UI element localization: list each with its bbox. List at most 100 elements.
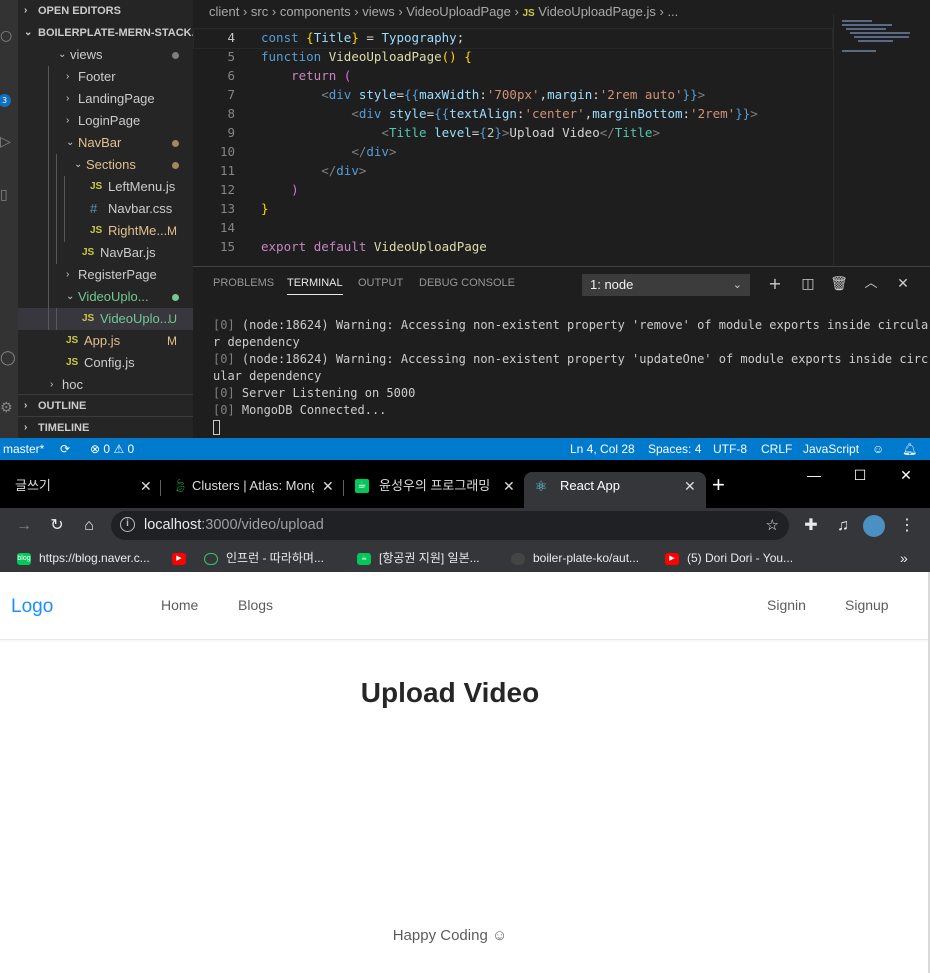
breadcrumb-part[interactable]: components: [280, 4, 351, 19]
close-tab-icon[interactable]: ✕: [322, 472, 334, 500]
new-terminal-icon[interactable]: +: [765, 273, 785, 295]
bookmark-item[interactable]: ▶ (5) Dori Dori - You...: [665, 544, 793, 572]
nav-signin[interactable]: Signin: [767, 597, 806, 613]
code-line: function VideoUploadPage() {: [261, 49, 472, 64]
workspace-section[interactable]: ⌄ BOILERPLATE-MERN-STACK...: [18, 22, 193, 44]
media-control-icon[interactable]: ♫: [831, 514, 855, 538]
breadcrumb-file[interactable]: VideoUploadPage.js: [538, 4, 656, 19]
new-tab-button[interactable]: +: [712, 471, 742, 507]
git-branch[interactable]: master*: [3, 438, 44, 460]
tree-folder[interactable]: › RegisterPage: [18, 264, 193, 286]
run-icon[interactable]: ▷: [0, 132, 18, 152]
close-tab-icon[interactable]: ✕: [684, 472, 696, 500]
tree-file[interactable]: JS App.js M: [18, 330, 193, 352]
tree-file[interactable]: JS VideoUplo... U: [18, 308, 193, 330]
tree-folder[interactable]: › LandingPage: [18, 88, 193, 110]
trash-icon[interactable]: 🗑: [829, 273, 849, 295]
bookmark-star-icon[interactable]: ☆: [766, 511, 779, 540]
search-icon[interactable]: ○: [0, 26, 18, 46]
outline-section[interactable]: › OUTLINE: [18, 394, 193, 416]
terminal-select[interactable]: 1: node ⌄: [582, 274, 750, 296]
line-ending[interactable]: CRLF: [761, 438, 792, 460]
site-navbar: Logo Home Blogs Signin Signup: [0, 572, 930, 640]
tab-output[interactable]: OUTPUT: [358, 277, 403, 289]
bookmark-item[interactable]: 인프런 - 따라하며...: [204, 544, 324, 572]
bookmark-item[interactable]: boiler-plate-ko/aut...: [511, 544, 639, 572]
bookmark-item[interactable]: ▶: [172, 544, 194, 572]
account-icon[interactable]: ◯: [0, 348, 18, 368]
breadcrumb-part[interactable]: client: [209, 4, 239, 19]
open-editors-section[interactable]: › OPEN EDITORS: [18, 0, 193, 22]
split-terminal-icon[interactable]: ◫: [798, 273, 818, 295]
tree-folder[interactable]: › Footer: [18, 66, 193, 88]
bookmark-item[interactable]: blog https://blog.naver.c...: [17, 544, 150, 572]
reload-icon[interactable]: ↻: [45, 514, 69, 538]
extensions-puzzle-icon[interactable]: ✚: [799, 514, 823, 538]
breadcrumb-tail[interactable]: ...: [667, 4, 678, 19]
avatar[interactable]: [863, 515, 885, 537]
breadcrumb-part[interactable]: views: [362, 4, 395, 19]
bookmark-item[interactable]: ☕︎ [항공권 지원] 일본...: [357, 544, 480, 572]
react-icon: ⚛: [534, 478, 548, 494]
settings-gear-icon[interactable]: ⚙: [0, 398, 18, 418]
tab-problems[interactable]: PROBLEMS: [213, 277, 274, 289]
page-title: Upload Video: [360, 677, 540, 708]
extensions-icon[interactable]: ▯: [0, 185, 18, 205]
tree-file[interactable]: JS Config.js: [18, 352, 193, 374]
tree-folder[interactable]: ⌄ VideoUplo...: [18, 286, 193, 308]
timeline-section[interactable]: › TIMELINE: [18, 416, 193, 438]
close-tab-icon[interactable]: ✕: [503, 472, 515, 500]
close-tab-icon[interactable]: ✕: [140, 472, 152, 500]
encoding[interactable]: UTF-8: [713, 438, 747, 460]
minimap[interactable]: [833, 14, 930, 266]
browser-tab[interactable]: 🍃︎ Clusters | Atlas: Mong ✕: [162, 472, 342, 508]
nav-home[interactable]: Home: [161, 597, 198, 613]
terminal-output[interactable]: [0] (node:18624) Warning: Accessing non-…: [213, 317, 928, 436]
code-editor[interactable]: 4 const {Title} = Typography; 5 function V…: [193, 28, 833, 266]
feedback-icon[interactable]: ☺: [872, 438, 884, 460]
address-bar[interactable]: i localhost:3000/video/upload ☆: [111, 511, 789, 540]
site-info-icon[interactable]: i: [120, 517, 135, 532]
nav-signup[interactable]: Signup: [845, 597, 889, 613]
maximize-window-icon[interactable]: ☐: [837, 464, 883, 486]
breadcrumb-part[interactable]: src: [251, 4, 268, 19]
home-icon[interactable]: ⌂: [77, 514, 101, 538]
tab-terminal[interactable]: TERMINAL: [287, 277, 343, 295]
tree-folder[interactable]: › LoginPage: [18, 110, 193, 132]
indentation[interactable]: Spaces: 4: [648, 438, 701, 460]
source-control-badge: 3: [0, 94, 11, 107]
forward-icon[interactable]: →: [12, 514, 36, 538]
close-window-icon[interactable]: ✕: [883, 464, 929, 486]
terminal-cursor: [213, 420, 220, 435]
more-bookmarks-button[interactable]: »: [900, 544, 908, 572]
terminal-cursor-line: [213, 419, 913, 436]
tab-debug-console[interactable]: DEBUG CONSOLE: [419, 277, 515, 289]
sync-icon[interactable]: ⟳: [60, 438, 70, 460]
language-mode[interactable]: JavaScript: [803, 438, 859, 460]
browser-tab-active[interactable]: ⚛ React App ✕: [524, 472, 706, 508]
close-panel-icon[interactable]: ✕: [893, 273, 913, 295]
outline-label: OUTLINE: [38, 400, 87, 412]
tree-file[interactable]: # Navbar.css: [18, 198, 193, 220]
kebab-menu-icon[interactable]: ⋮: [895, 514, 919, 538]
tree-folder[interactable]: ⌄ NavBar: [18, 132, 193, 154]
line-number: 14: [219, 220, 235, 235]
maximize-panel-icon[interactable]: ︿: [861, 273, 881, 295]
tree-file[interactable]: JS LeftMenu.js: [18, 176, 193, 198]
site-logo[interactable]: Logo: [11, 596, 53, 618]
nav-blogs[interactable]: Blogs: [238, 597, 273, 613]
tree-folder[interactable]: ⌄ Sections: [18, 154, 193, 176]
minimize-window-icon[interactable]: —: [791, 464, 837, 486]
cursor-position[interactable]: Ln 4, Col 28: [570, 438, 635, 460]
chevron-right-icon: ›: [24, 422, 28, 433]
browser-tab[interactable]: ☕︎ 윤성우의 프로그래밍 ✕: [345, 472, 523, 508]
browser-tab[interactable]: 글쓰기 ✕: [0, 472, 160, 508]
tree-folder[interactable]: ⌄ views: [18, 44, 193, 66]
tree-file[interactable]: JS RightMe... M: [18, 220, 193, 242]
tree-folder[interactable]: › hoc: [18, 374, 193, 396]
breadcrumb-part[interactable]: VideoUploadPage: [406, 4, 511, 19]
bell-icon[interactable]: 🔔︎: [902, 438, 917, 460]
tree-file[interactable]: JS NavBar.js: [18, 242, 193, 264]
naver-cafe-icon: ☕︎: [355, 479, 369, 493]
problems-status[interactable]: ⊗ 0 ⚠ 0: [90, 438, 134, 460]
